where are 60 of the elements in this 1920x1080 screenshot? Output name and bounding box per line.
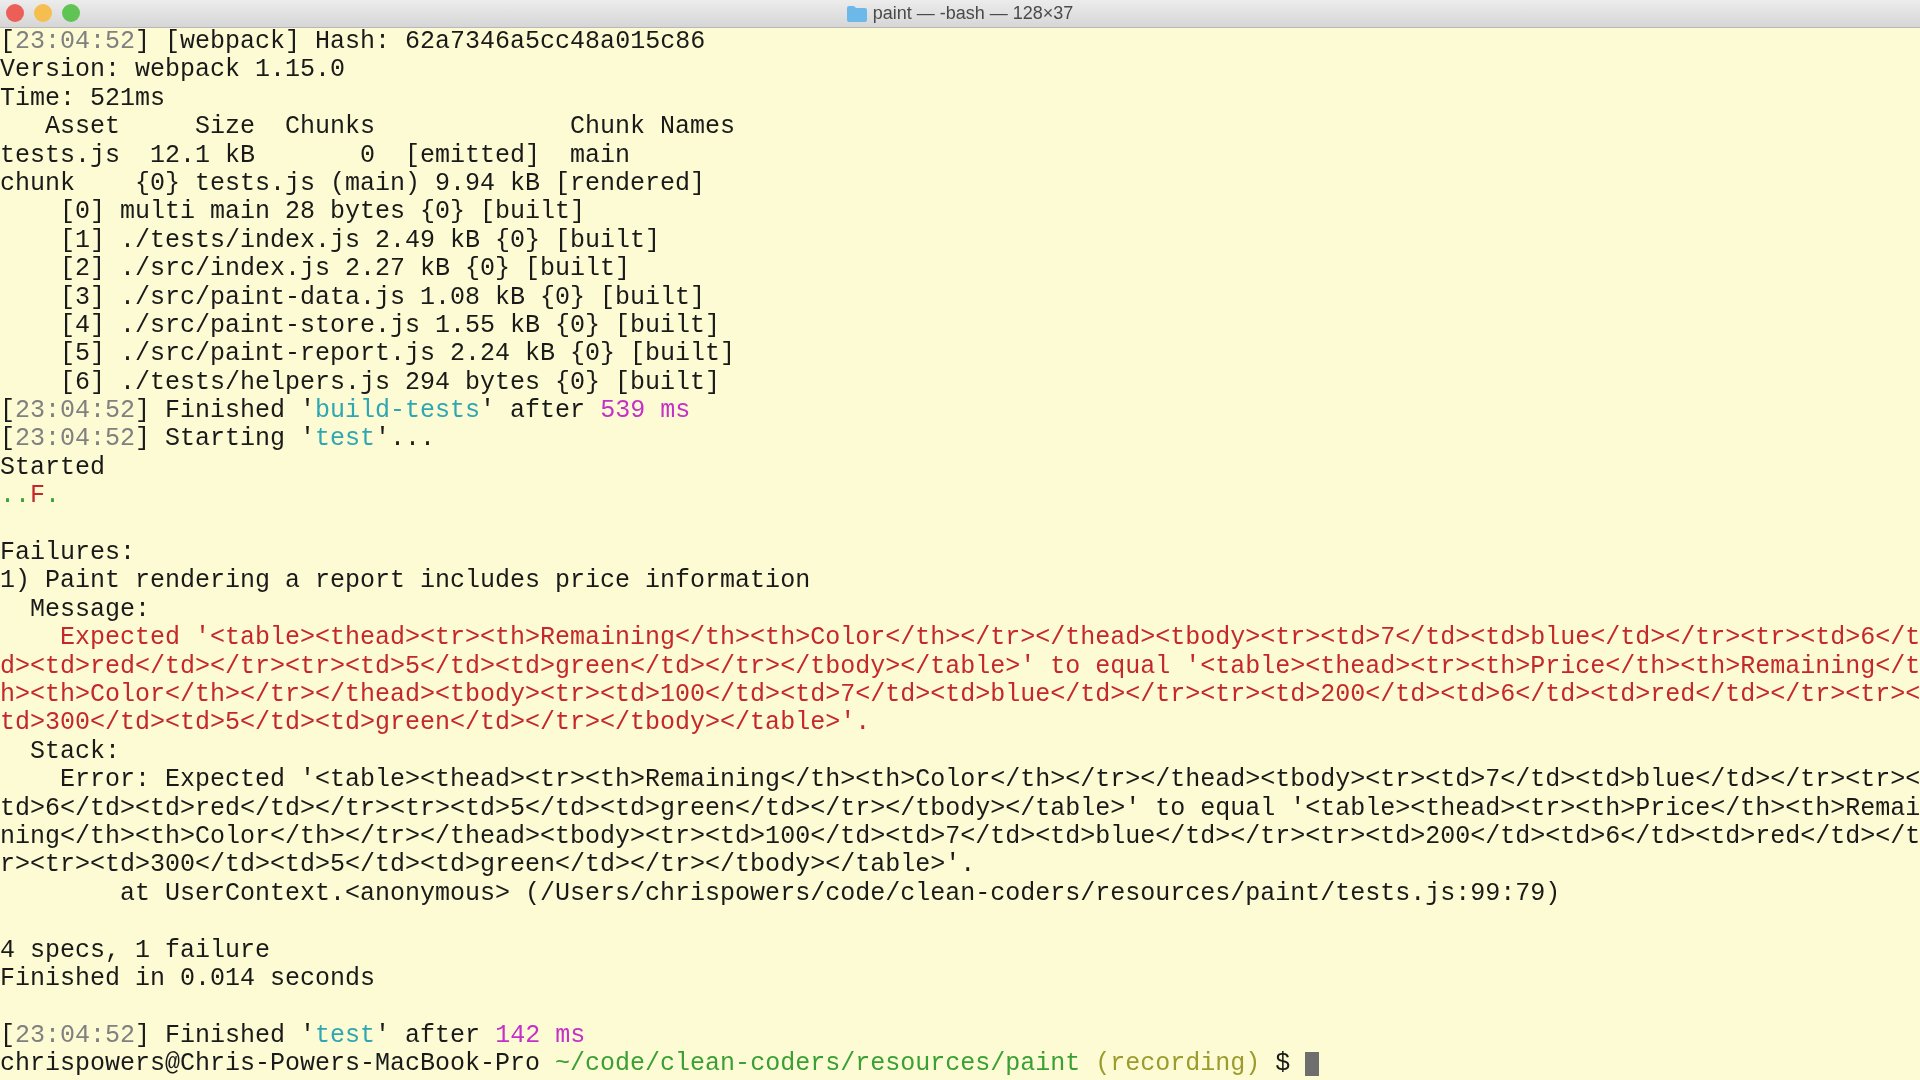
output-text: [3] ./src/paint-data.js 1.08 kB {0} [built]	[59, 283, 706, 312]
status-text: ~/code/clean-coders/resources/paint	[555, 1050, 1081, 1079]
output-text: tests.js 12.1 kB 0 [emitted] main	[0, 141, 631, 170]
error-text: Expected '<table><thead><tr><th>Remaining</th><th>Color</th></tr></thead><tbody><tr><td>7</td><td>blue</td></tr><tr><td>6</t	[59, 624, 1920, 653]
output-text: Failures:	[0, 539, 136, 568]
output-text: [5] ./src/paint-report.js 2.24 kB {0} [built]	[59, 340, 736, 369]
output-text: Started	[0, 453, 106, 483]
output-text: '...	[375, 425, 436, 454]
output-text: [	[0, 1021, 15, 1051]
task-name: build-tests	[315, 397, 481, 426]
output-text: Asset Size Chunks Chunk Names	[44, 113, 736, 142]
timestamp: 23:04:52	[15, 1021, 136, 1051]
duration: 539 ms	[600, 397, 691, 426]
status-text: ..	[0, 482, 30, 511]
task-name: test	[315, 1021, 376, 1051]
output-text: ] Finished '	[135, 397, 316, 426]
error-text: h><th>Color</th></tr></thead><tbody><tr><td>100</td><td>7</td><td>blue</td></tr><tr><td>200</td><td>6</td><td>red</td></tr><tr><	[0, 681, 1920, 710]
task-name: test	[315, 425, 376, 454]
output-text: Message:	[29, 595, 151, 625]
close-button[interactable]	[6, 4, 24, 22]
folder-icon	[846, 5, 867, 22]
output-text: Finished in 0.014 seconds	[0, 964, 376, 994]
minimize-button[interactable]	[34, 4, 52, 22]
output-text: ' after	[480, 397, 587, 426]
output-text: Stack:	[29, 737, 121, 767]
timestamp: 23:04:52	[15, 425, 136, 454]
output-text: r><tr><td>300</td><td>5</td><td>green</td></tr></tbody></table>'.	[0, 851, 976, 880]
output-text: Error: Expected '<table><thead><tr><th>Remaining</th><th>Color</th></tr></thead><tbody><tr><td>7</td><td>blue</td></tr><tr><	[59, 766, 1920, 795]
output-text: ning</th><th>Color</th></tr></thead><tbody><tr><td>100</td><td>7</td><td>blue</td></tr><tr><td>200</td><td>6</td><td>red</td></t	[0, 822, 1920, 852]
output-text: chunk {0} tests.js (main) 9.94 kB [rendered]	[0, 169, 706, 199]
output-text: at UserContext.<anonymous> (/Users/chrispowers/code/clean-coders/resources/paint/tests.js:99:79)	[119, 879, 1561, 909]
output-text: [	[0, 425, 15, 454]
output-text: [2] ./src/index.js 2.27 kB {0} [built]	[59, 255, 631, 284]
output-text: 4 specs, 1 failure	[0, 936, 271, 965]
output-text: [	[0, 397, 15, 426]
branch-label: (recording)	[1094, 1050, 1261, 1079]
timestamp: 23:04:52	[15, 28, 136, 57]
output-text: Time: 521ms	[0, 84, 166, 114]
output-text: [6] ./tests/helpers.js 294 bytes {0} [built]	[59, 368, 721, 398]
maximize-button[interactable]	[62, 4, 80, 22]
output-text: ] Starting '	[135, 425, 316, 454]
status-text: .	[45, 482, 61, 511]
error-text: F	[30, 482, 46, 511]
timestamp: 23:04:52	[15, 397, 136, 426]
output-text: Version: webpack 1.15.0	[0, 56, 346, 85]
output-text: $	[1274, 1050, 1292, 1079]
output-text: ] [webpack] Hash: 62a7346a5cc48a015c86	[135, 28, 706, 57]
duration: 142 ms	[495, 1021, 586, 1051]
output-text: [4] ./src/paint-store.js 1.55 kB {0} [built]	[59, 311, 721, 341]
window-title: paint — -bash — 128×37	[872, 3, 1074, 24]
output-text: [1] ./tests/index.js 2.49 kB {0} [built]	[59, 226, 661, 256]
output-text: td>6</td><td>red</td></tr><tr><td>5</td><td>green</td></tr></tbody></table>' to equal '<table><thead><tr><th>Price</th><th>Remai	[0, 794, 1920, 823]
error-text: td>300</td><td>5</td><td>green</td></tr></tbody></table>'.	[0, 709, 871, 738]
output-text: [0] multi main 28 bytes {0} [built]	[59, 198, 586, 227]
output-text: chrispowers@Chris-Powers-MacBook-Pro	[0, 1050, 542, 1079]
output-text: 1) Paint rendering a report includes price information	[0, 567, 811, 596]
output-text: [	[0, 28, 15, 57]
error-text: d><td>red</td></tr><tr><td>5</td><td>green</td></tr></tbody></table>' to equal '<table><thead><tr><th>Price</th><th>Remaining</t	[0, 652, 1920, 681]
output-text: ] Finished '	[135, 1021, 316, 1051]
output-text: ' after	[375, 1021, 482, 1051]
